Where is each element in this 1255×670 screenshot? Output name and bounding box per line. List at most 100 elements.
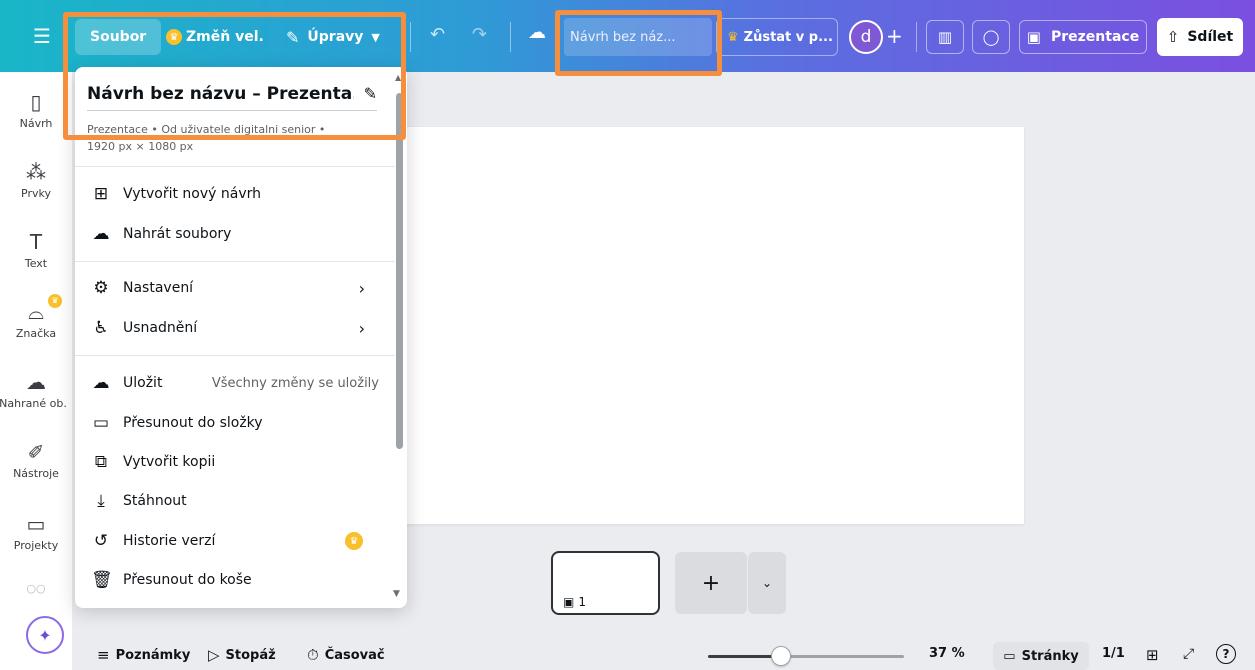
history-icon: ↺ xyxy=(93,531,109,551)
sidebar-item-label: Nahrané ob. xyxy=(0,397,67,410)
notes-button[interactable]: ≡ Poznámky xyxy=(97,646,190,664)
page-count-text: 1/1 xyxy=(1102,646,1125,661)
notes-label: Poznámky xyxy=(115,647,191,663)
plus-icon: + xyxy=(701,570,721,596)
menu-item-upload-files[interactable]: ☁ Nahrát soubory xyxy=(75,216,393,252)
sidebar-item-brand[interactable]: ⌓ ♛ Značka xyxy=(0,294,72,340)
insights-button[interactable]: ▥ xyxy=(926,20,964,54)
menu-item-new-design[interactable]: ⊞ Vytvořit nový návrh xyxy=(75,176,393,212)
timer-label: Časovač xyxy=(324,647,385,663)
magic-sparkle-button[interactable]: ✦ xyxy=(26,616,64,654)
page-thumbnail[interactable]: ▣ 1 xyxy=(551,551,660,615)
help-icon: ? xyxy=(1222,647,1230,661)
present-label: Prezentace xyxy=(1050,29,1140,45)
fullscreen-icon[interactable]: ⤢ xyxy=(1183,646,1194,662)
design-title-field[interactable]: Návrh bez náz... xyxy=(564,18,712,56)
redo-icon[interactable]: ↷ xyxy=(472,24,487,45)
sidebar-item-label: Text xyxy=(24,257,48,270)
timing-button[interactable]: ▷ Stopáž xyxy=(208,646,276,664)
new-design-icon: ⊞ xyxy=(93,184,109,204)
stay-pro-button[interactable]: ♛ Zůstat v p... xyxy=(716,18,838,56)
timing-icon: ▷ xyxy=(208,646,220,664)
timing-label: Stopáž xyxy=(225,647,276,663)
copy-icon: ⧉ xyxy=(94,452,108,472)
menu-item-label: Přesunout do složky xyxy=(123,415,263,431)
sidebar-item-text[interactable]: T Text xyxy=(0,230,72,270)
zoom-value[interactable]: 37 % xyxy=(929,646,965,661)
menu-item-accessibility[interactable]: ♿ Usnadnění › xyxy=(75,310,393,346)
design-meta-size: 1920 px × 1080 px xyxy=(87,140,194,153)
help-button[interactable]: ? xyxy=(1216,644,1236,664)
sidebar-item-uploads[interactable]: ☁ Nahrané ob. xyxy=(0,370,72,410)
undo-icon[interactable]: ↶ xyxy=(430,24,445,45)
menu-item-move-to-folder[interactable]: ▭ Přesunout do složky xyxy=(75,405,393,441)
share-button[interactable]: ⇧ Sdílet xyxy=(1157,18,1243,56)
sidebar-item-label: Prvky xyxy=(21,187,51,200)
chevron-right-icon: › xyxy=(358,278,365,298)
edit-menu-button[interactable]: ✎ Úpravy ▼ xyxy=(286,19,380,55)
crown-icon: ♛ xyxy=(345,532,363,550)
sidebar-item-projects[interactable]: ▭ Projekty xyxy=(0,512,72,552)
text-icon: T xyxy=(29,230,43,254)
upload-icon: ☁ xyxy=(92,224,110,244)
grid-view-icon[interactable]: ⊞ xyxy=(1146,646,1159,664)
pencil-icon[interactable]: ✎ xyxy=(364,84,377,103)
sidebar-item-elements[interactable]: ⁂ Prvky xyxy=(0,160,72,200)
elements-icon: ⁂ xyxy=(26,160,46,184)
menu-item-move-to-trash[interactable]: 🗑 Přesunout do koše xyxy=(75,562,393,598)
upload-cloud-icon: ☁ xyxy=(26,370,46,394)
comment-button[interactable]: ◯ xyxy=(972,20,1010,54)
scroll-up-arrow-icon[interactable]: ▲ xyxy=(395,73,401,82)
chevron-down-icon: ⌄ xyxy=(761,576,773,590)
timer-button[interactable]: ⏱ Časovač xyxy=(307,646,385,664)
zoom-slider-track[interactable] xyxy=(708,655,904,658)
menu-divider xyxy=(75,355,395,356)
design-canvas-page[interactable] xyxy=(360,127,1024,524)
menu-item-label: Nastavení xyxy=(123,280,194,296)
menu-item-settings[interactable]: ⚙ Nastavení › xyxy=(75,270,393,306)
menu-item-make-copy[interactable]: ⧉ Vytvořit kopii xyxy=(75,444,393,480)
trash-icon: 🗑 xyxy=(91,570,113,590)
design-name-field[interactable]: Návrh bez názvu – Prezenta... ✎ xyxy=(87,77,377,111)
folder-icon: ▭ xyxy=(26,512,46,536)
zoom-slider-handle[interactable] xyxy=(771,646,791,666)
design-name-text: Návrh bez názvu – Prezenta... xyxy=(87,83,354,104)
add-page-button[interactable]: + xyxy=(675,552,747,614)
folder-icon: ▭ xyxy=(92,413,110,433)
resize-button[interactable]: ♛ Změň vel. xyxy=(166,19,264,55)
pages-label: Stránky xyxy=(1021,648,1079,664)
add-page-options-button[interactable]: ⌄ xyxy=(748,552,786,614)
menu-item-label: Vytvořit nový návrh xyxy=(123,186,261,202)
avatar[interactable]: d xyxy=(849,20,883,54)
left-sidebar: ▯ Návrh ⁂ Prvky T Text ⌓ ♛ Značka ☁ Nahrané ob… xyxy=(0,72,72,670)
sidebar-more-icon[interactable]: ○○ xyxy=(0,582,72,595)
add-collaborator-icon[interactable]: + xyxy=(886,24,903,48)
present-button[interactable]: ▣ Prezentace xyxy=(1019,20,1147,54)
page-thumbnail-number: ▣ 1 xyxy=(563,595,586,609)
menu-item-download[interactable]: ⤓ Stáhnout xyxy=(75,483,393,519)
cloud-save-icon[interactable]: ☁ xyxy=(528,22,546,43)
sidebar-item-label: Značka xyxy=(15,327,57,340)
menu-item-label: Stáhnout xyxy=(123,493,187,509)
sidebar-item-design[interactable]: ▯ Návrh xyxy=(0,90,72,130)
accessibility-icon: ♿ xyxy=(93,318,109,338)
hamburger-icon[interactable]: ☰ xyxy=(30,24,54,48)
file-menu-button[interactable]: Soubor xyxy=(75,19,162,55)
pages-view-button[interactable]: ▭ Stránky xyxy=(993,642,1089,670)
page-count: 1/1 xyxy=(1102,646,1125,661)
toolbar-divider xyxy=(410,22,411,52)
sidebar-item-tools[interactable]: ✐ Nástroje xyxy=(0,440,72,480)
menu-item-version-history[interactable]: ↺ Historie verzí ♛ xyxy=(75,523,393,559)
draw-tools-icon: ✐ xyxy=(27,440,45,464)
download-icon: ⤓ xyxy=(97,491,105,511)
file-menu-header: Návrh bez názvu – Prezenta... ✎ Prezenta… xyxy=(87,77,377,155)
menu-divider xyxy=(75,261,395,262)
layout-icon: ▯ xyxy=(30,90,42,114)
menu-item-save[interactable]: ☁ Uložit Všechny změny se uložily xyxy=(75,365,393,401)
crown-icon: ♛ xyxy=(48,294,62,308)
scroll-down-arrow-icon[interactable]: ▼ xyxy=(393,589,400,599)
toolbar-divider xyxy=(510,22,511,52)
menu-item-label: Vytvořit kopii xyxy=(123,454,216,470)
crown-icon: ♛ xyxy=(166,29,182,45)
menu-scrollbar[interactable] xyxy=(396,93,403,449)
